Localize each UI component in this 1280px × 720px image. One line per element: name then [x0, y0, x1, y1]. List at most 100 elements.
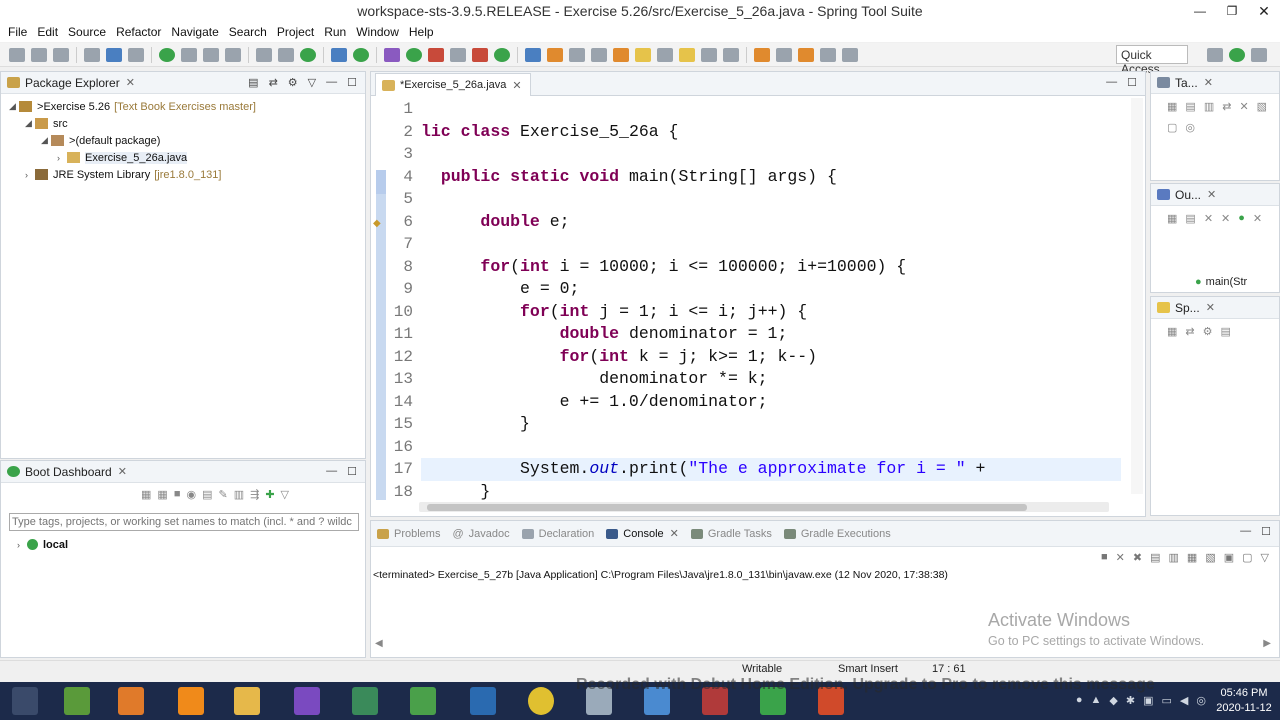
sts-app-icon[interactable] — [64, 687, 90, 715]
collapse-all-icon[interactable]: ▦ — [1167, 212, 1177, 225]
network-icon[interactable]: ◎ — [1196, 694, 1206, 707]
maximize-icon[interactable]: ☐ — [1261, 525, 1271, 538]
menu-search[interactable]: Search — [229, 25, 267, 39]
spring-starter-icon[interactable] — [203, 47, 219, 62]
annotation-icon[interactable] — [635, 47, 651, 62]
hide-static-icon[interactable]: ✕ — [1221, 212, 1230, 225]
code-text[interactable]: lic class Exercise_5_26a { public static… — [421, 98, 1121, 500]
menu-source[interactable]: Source — [68, 25, 106, 39]
boot-filter-input[interactable] — [9, 513, 359, 531]
new-java-class-icon[interactable] — [494, 47, 510, 62]
save-icon[interactable] — [31, 47, 47, 62]
code-line[interactable] — [421, 98, 1121, 121]
debug-icon[interactable] — [384, 47, 400, 62]
minimize-icon[interactable]: — — [326, 76, 337, 89]
bluetooth-icon[interactable]: ✱ — [1126, 694, 1135, 707]
collapse-icon[interactable]: ▥ — [1204, 100, 1214, 113]
view-menu-icon[interactable]: ▽ — [281, 488, 289, 501]
close-icon[interactable]: ✕ — [126, 76, 135, 89]
code-editor[interactable]: ◆ 1 2 3 4 5 6 7 8 9 10 11 12 13 14 15 16… — [371, 98, 1131, 500]
new-task-icon[interactable]: ▦ — [1167, 100, 1177, 113]
boot-dashboard-tab[interactable]: Boot Dashboard — [25, 465, 112, 479]
toggle-block-select-icon[interactable] — [331, 47, 347, 62]
tab-gradle-tasks[interactable]: Gradle Tasks — [690, 528, 772, 540]
edit-icon[interactable]: ✎ — [218, 488, 227, 501]
close-icon[interactable]: ✕ — [512, 79, 521, 92]
highlight-icon[interactable] — [679, 47, 695, 62]
hide-fields-icon[interactable]: ✕ — [1204, 212, 1213, 225]
editor-vertical-scrollbar[interactable] — [1131, 98, 1143, 494]
notepad-icon[interactable] — [410, 687, 436, 715]
scroll-lock-icon[interactable]: ▥ — [1169, 551, 1179, 564]
code-line[interactable]: } — [421, 481, 1121, 501]
minimize-icon[interactable]: — — [326, 465, 337, 478]
link-editor-icon[interactable]: ⇄ — [269, 76, 278, 89]
code-line[interactable]: for(int k = j; k>= 1; k--) — [421, 346, 1121, 369]
close-icon[interactable]: ✕ — [118, 465, 127, 478]
code-line[interactable] — [421, 143, 1121, 166]
tree-row-project[interactable]: ◢ > Exercise 5.26 [Text Book Exercises m… — [9, 98, 365, 115]
expanded-icon[interactable]: ◢ — [25, 118, 35, 129]
collapsed-icon[interactable]: › — [17, 540, 27, 550]
focus-icon[interactable]: ✕ — [1239, 100, 1248, 113]
menu-window[interactable]: Window — [356, 25, 399, 39]
spring-tab[interactable]: Sp... — [1175, 301, 1200, 315]
minimize-icon[interactable]: — — [1240, 525, 1251, 538]
chrome-icon[interactable] — [528, 687, 554, 715]
last-edit-icon[interactable] — [798, 47, 814, 62]
debug-restart-icon[interactable]: ▦ — [157, 488, 167, 501]
collapse-all-icon[interactable]: ▤ — [248, 76, 258, 89]
restore-icon[interactable]: ❐ — [1216, 0, 1248, 22]
battery-icon[interactable]: ▭ — [1162, 694, 1172, 707]
editor-horizontal-scrollbar[interactable] — [419, 502, 1109, 512]
link-icon[interactable]: ⇄ — [1185, 325, 1194, 338]
properties-icon[interactable]: ▥ — [234, 488, 244, 501]
expanded-icon[interactable]: ◢ — [41, 135, 51, 146]
menu-edit[interactable]: Edit — [37, 25, 58, 39]
restart-icon[interactable]: ▦ — [141, 488, 151, 501]
boot-dashboard-icon[interactable] — [159, 47, 175, 62]
code-line[interactable]: lic class Exercise_5_26a { — [421, 121, 1121, 144]
filter-icon[interactable]: ⚙ — [288, 76, 298, 89]
tab-console[interactable]: Console ✕ — [606, 527, 679, 540]
remove-launch-icon[interactable]: ✕ — [1116, 551, 1125, 564]
menu-project[interactable]: Project — [277, 25, 314, 39]
close-icon[interactable]: ✕ — [1206, 301, 1215, 314]
tab-gradle-executions[interactable]: Gradle Executions — [783, 528, 891, 540]
show-paragraph-icon[interactable] — [723, 47, 739, 62]
menu-file[interactable]: File — [8, 25, 27, 39]
view-menu-icon[interactable]: ▽ — [1261, 551, 1269, 564]
scrollbar-thumb[interactable] — [427, 504, 1027, 511]
open-perspective-icon[interactable] — [1207, 48, 1223, 62]
code-line[interactable]: e = 0; — [421, 278, 1121, 301]
forward-icon[interactable] — [842, 47, 858, 62]
minimize-icon[interactable]: — — [1184, 0, 1216, 22]
tasks-icon[interactable]: ▧ — [1257, 100, 1267, 113]
view-menu-icon[interactable]: ▽ — [308, 76, 316, 89]
minimize-icon[interactable]: — — [1106, 76, 1117, 89]
display-selected-icon[interactable]: ▣ — [1224, 551, 1234, 564]
terminal-icon[interactable] — [106, 47, 122, 62]
new-icon[interactable] — [9, 47, 25, 62]
remove-all-icon[interactable]: ✖ — [1133, 551, 1142, 564]
add-icon[interactable]: ✚ — [265, 488, 274, 501]
media-player-icon[interactable] — [118, 687, 144, 715]
code-line[interactable] — [421, 233, 1121, 256]
run-icon[interactable] — [406, 47, 422, 62]
task-tab[interactable]: Ta... — [1175, 76, 1198, 90]
scroll-right-icon[interactable]: ▶ — [1263, 638, 1271, 649]
open-type-icon[interactable] — [547, 47, 563, 62]
code-line[interactable]: for(int i = 10000; i <= 100000; i+=10000… — [421, 256, 1121, 279]
menu-run[interactable]: Run — [324, 25, 346, 39]
code-line[interactable]: System.out.print("The e approximate for … — [421, 458, 1121, 481]
menu-refactor[interactable]: Refactor — [116, 25, 161, 39]
vlc-icon[interactable] — [178, 687, 204, 715]
collapse-icon[interactable]: ▦ — [1167, 325, 1177, 338]
toggle-breadcrumb-icon[interactable] — [657, 47, 673, 62]
tab-problems[interactable]: Problems — [377, 528, 440, 540]
sort-icon[interactable]: ▤ — [1185, 212, 1195, 225]
scheduled-icon[interactable]: ▢ — [1167, 121, 1177, 134]
toggle-icon[interactable] — [225, 47, 241, 62]
search-icon[interactable] — [591, 47, 607, 62]
hide-nonpublic-icon[interactable]: ● — [1238, 212, 1245, 225]
